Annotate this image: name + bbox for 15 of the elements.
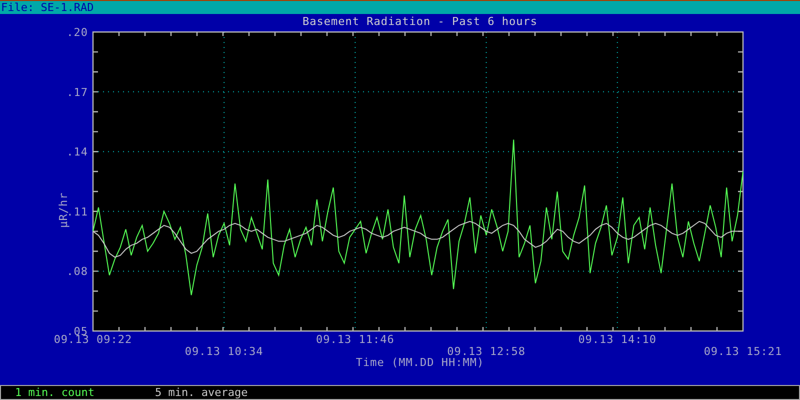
axis-tick-label: 09.13 12:58 <box>447 345 526 358</box>
axis-tick-label: 09.13 14:10 <box>578 333 657 346</box>
file-name: File: SE-1.RAD <box>0 1 94 14</box>
axis-tick-label: .08 <box>66 265 88 278</box>
axis-tick-label: .17 <box>66 86 88 99</box>
axis-tick-label: 09.13 10:34 <box>184 345 264 358</box>
axis-tick-label: .20 <box>66 26 88 39</box>
chart-title: Basement Radiation - Past 6 hours <box>302 15 538 28</box>
axis-tick-label: .14 <box>66 146 88 159</box>
axis-title: Time (MM.DD HH:MM) <box>356 356 484 369</box>
axis-tick-label: 09.13 09:22 <box>54 333 132 346</box>
legend-label: 5 min. average <box>155 386 249 398</box>
axis-tick-label: 09.13 11:46 <box>316 333 394 346</box>
legend-label: 1 min. count <box>15 386 96 398</box>
axis-tick-label: 09.13 15:21 <box>704 345 782 358</box>
